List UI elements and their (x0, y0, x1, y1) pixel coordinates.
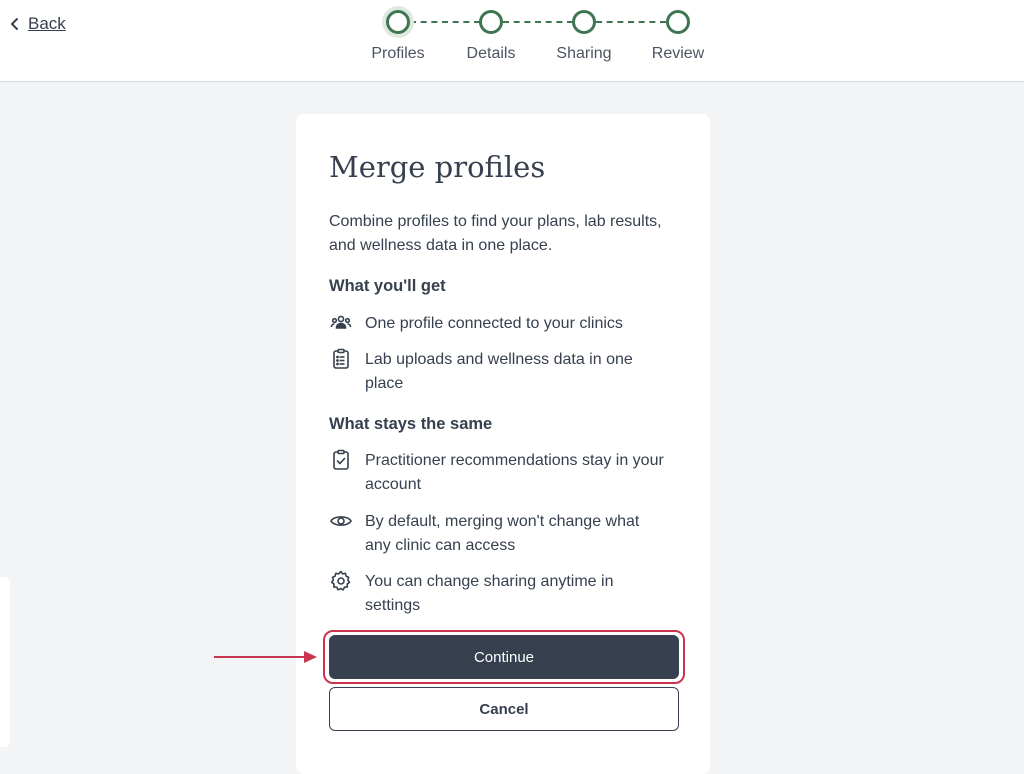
cancel-button[interactable]: Cancel (329, 687, 679, 731)
feature-text: By default, merging won't change what an… (365, 513, 640, 554)
step-label-details: Details (466, 45, 516, 62)
arrow-pointer-icon (214, 648, 318, 671)
feature-text: Lab uploads and wellness data in one pla… (365, 351, 633, 392)
gear-icon (329, 569, 353, 593)
side-panel-edge (0, 577, 10, 747)
section-heading-get: What you'll get (329, 277, 446, 295)
feature-text: Practitioner recommendations stay in you… (365, 452, 664, 493)
step-label-sharing: Sharing (556, 45, 612, 62)
feature-text: You can change sharing anytime in settin… (365, 573, 614, 614)
clipboard-check-icon (329, 448, 353, 472)
feature-item: Lab uploads and wellness data in one pla… (329, 348, 669, 396)
step-dot-review (666, 10, 690, 34)
feature-item: Practitioner recommendations stay in you… (329, 449, 669, 497)
eye-icon (329, 509, 353, 533)
continue-button[interactable]: Continue (329, 635, 679, 679)
step-connector (596, 21, 666, 23)
step-dot-details (479, 10, 503, 34)
feature-item: One profile connected to your clinics (329, 312, 669, 336)
top-bar: Back Profiles Details Sharing Review (0, 0, 1024, 82)
step-connector (410, 21, 480, 23)
intro-text: Combine profiles to find your plans, lab… (329, 213, 662, 254)
step-dot-sharing (572, 10, 596, 34)
feature-text: One profile connected to your clinics (365, 315, 623, 332)
step-label-review: Review (651, 45, 705, 62)
step-label-profiles: Profiles (371, 45, 425, 62)
feature-item: By default, merging won't change what an… (329, 510, 669, 558)
section-heading-same: What stays the same (329, 415, 493, 433)
clipboard-list-icon (329, 347, 353, 371)
progress-stepper: Profiles Details Sharing Review (0, 0, 1024, 81)
step-dot-profiles (386, 10, 410, 34)
page-title: Merge profiles (329, 150, 546, 184)
feature-item: You can change sharing anytime in settin… (329, 570, 669, 618)
step-connector (503, 21, 573, 23)
people-icon (329, 311, 353, 335)
